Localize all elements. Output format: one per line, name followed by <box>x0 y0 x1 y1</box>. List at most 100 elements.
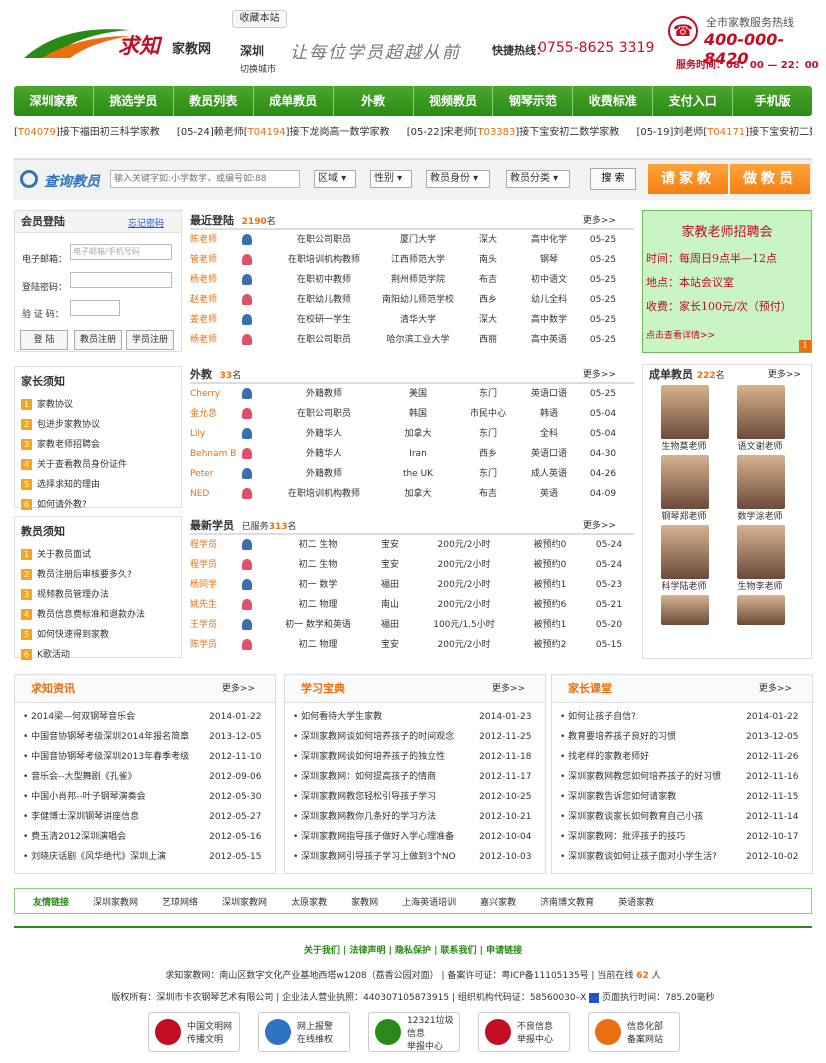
list-item[interactable]: • 深圳家教网教你几条好的学习方法 2012-10-21 <box>285 807 545 827</box>
article-title[interactable]: 深圳家教网：批评孩子的技巧 <box>568 827 746 847</box>
certification-badge[interactable]: 信息化部 备案网站 <box>588 1012 680 1052</box>
row-name[interactable]: 杨同学 <box>190 575 242 595</box>
list-item[interactable]: 4 教员信息费标准和退款办法 <box>15 605 181 625</box>
friend-link[interactable]: 家教网 <box>339 895 390 908</box>
ticker-item[interactable]: [05-24]赖老师[T04194]接下龙岗高一数学家教 <box>177 127 390 138</box>
list-item[interactable]: 6 K歌活动 <box>15 645 181 665</box>
footer-nav[interactable]: 关于我们 | 法律声明 | 隐私保护 | 联系我们 | 申请链接 <box>0 943 826 956</box>
friend-link[interactable]: 深圳家教网 <box>81 895 150 908</box>
list-item[interactable]: 1 关于教员面试 <box>15 545 181 565</box>
article-title[interactable]: 深圳家教网：如何提高孩子的情商 <box>301 767 479 787</box>
list-item[interactable]: • 深圳家教网谈如何培养孩子的时间观念 2012-11-25 <box>285 727 545 747</box>
nav-item[interactable]: 钢琴示范 <box>493 86 574 116</box>
table-row[interactable]: 杨老师 在职初中教师 荆州师范学院 布吉 初中语文 05-25 <box>190 270 634 290</box>
list-item[interactable]: • 深圳家教谈如何让孩子面对小学生活? 2012-10-02 <box>552 847 812 867</box>
row-name[interactable]: Lily <box>190 424 242 444</box>
table-row[interactable]: Lily 外籍华人 加拿大 东门 全科 05-04 <box>190 424 634 444</box>
logo-subtext[interactable]: 家教网 <box>172 38 211 57</box>
tutor-card[interactable]: 钢琴郑老师 <box>649 455 725 525</box>
tutor-name[interactable]: 生物李老师 <box>725 579 795 592</box>
identity-select[interactable]: 教员身份 ▾ <box>426 170 490 188</box>
row-name[interactable]: NED <box>190 484 242 504</box>
row-name[interactable]: Peter <box>190 464 242 484</box>
article-title[interactable]: 中国小肖邦--叶子钢琴演奏会 <box>31 787 209 807</box>
table-row[interactable]: NED 在职培训机构教师 加拿大 布吉 英语 04-09 <box>190 484 634 504</box>
article-title[interactable]: 2014梁—何双钢琴音乐会 <box>31 707 209 727</box>
tutor-name[interactable]: 生物莫老师 <box>649 439 719 452</box>
more-link[interactable]: 更多>> <box>583 517 616 535</box>
more-link[interactable]: 更多>> <box>583 366 616 384</box>
list-item[interactable]: 2 教员注册后审核要多久? <box>15 565 181 585</box>
student-register-button[interactable]: 学员注册 <box>126 330 174 350</box>
list-item[interactable]: • 深圳家教网：批评孩子的技巧 2012-10-17 <box>552 827 812 847</box>
row-name[interactable]: 王学员 <box>190 615 242 635</box>
article-title[interactable]: 深圳家教谈如何让孩子面对小学生活? <box>568 847 746 867</box>
list-item[interactable]: • 教育要培养孩子良好的习惯 2013-12-05 <box>552 727 812 747</box>
slide-indicator[interactable]: 1 <box>799 340 811 352</box>
tutor-card[interactable]: 生物李老师 <box>725 525 801 595</box>
list-item[interactable]: • 刘晓庆话剧《风华绝代》深圳上演 2012-05-15 <box>15 847 275 867</box>
forgot-password-link[interactable]: 忘记密码 <box>128 216 164 229</box>
list-item[interactable]: • 深圳家教网谈如何培养孩子的独立性 2012-11-18 <box>285 747 545 767</box>
list-item[interactable]: 4 关于查看教员身份证件 <box>15 455 181 475</box>
nav-item[interactable]: 挑选学员 <box>94 86 174 116</box>
list-item[interactable]: • 深圳家教网教您如何培养孩子的好习惯 2012-11-16 <box>552 767 812 787</box>
article-title[interactable]: 费玉清2012深圳演唱会 <box>31 827 209 847</box>
table-row[interactable]: Behnam B 外籍华人 Iran 西乡 英语口语 04-30 <box>190 444 634 464</box>
more-link[interactable]: 更多>> <box>583 212 616 230</box>
tutor-card[interactable]: 数学涂老师 <box>725 455 801 525</box>
list-item[interactable]: • 2014梁—何双钢琴音乐会 2014-01-22 <box>15 707 275 727</box>
tutor-card[interactable]: 科学陆老师 <box>649 525 725 595</box>
tutor-name[interactable]: 数学涂老师 <box>725 509 795 522</box>
recruit-detail-link[interactable]: 点击查看详情>> <box>646 328 811 341</box>
article-title[interactable]: 深圳家教网教你几条好的学习方法 <box>301 807 479 827</box>
table-row[interactable]: 王学员 初一 数学和英语 福田 100元/1.5小时 被预约1 05-20 <box>190 615 634 635</box>
friend-link[interactable]: 英语家教 <box>606 895 666 908</box>
tutor-photo[interactable] <box>661 525 709 579</box>
list-item[interactable]: • 深圳家教网教您轻松引导孩子学习 2012-10-25 <box>285 787 545 807</box>
friend-link[interactable]: 嘉兴家教 <box>468 895 528 908</box>
recruit-banner[interactable]: 家教老师招聘会 时间：每周日9点半—12点 地点：本站会议室 收费：家长100元… <box>642 210 812 353</box>
row-name[interactable]: 赵老师 <box>190 290 242 310</box>
list-item[interactable]: • 李健博士深圳钢琴讲座信息 2012-05-27 <box>15 807 275 827</box>
friend-link[interactable]: 深圳家教网 <box>210 895 279 908</box>
nav-item[interactable]: 视频教员 <box>414 86 494 116</box>
nav-item[interactable]: 收费标准 <box>573 86 654 116</box>
more-link[interactable]: 更多>> <box>759 675 792 703</box>
list-item[interactable]: • 深圳家教网引导孩子学习上做到3个NO 2012-10-03 <box>285 847 545 867</box>
nav-item[interactable]: 外教 <box>334 86 414 116</box>
article-title[interactable]: 深圳家教谈家长如何教育自己小孩 <box>568 807 746 827</box>
nav-item[interactable]: 教员列表 <box>174 86 254 116</box>
table-row[interactable]: 程学员 初二 生物 宝安 200元/2小时 被预约0 05-24 <box>190 555 634 575</box>
article-title[interactable]: 如何看待大学生家教 <box>301 707 479 727</box>
list-item[interactable]: 6 如何请外教? <box>15 495 181 515</box>
ticker-item[interactable]: [05-22]宋老师[T03383]接下宝安初二数学家教 <box>407 127 620 138</box>
switch-city-link[interactable]: 切换城市 <box>240 62 276 75</box>
more-link[interactable]: 更多>> <box>492 675 525 703</box>
friend-link[interactable]: 艺琼网络 <box>150 895 210 908</box>
article-title[interactable]: 中国音协钢琴考级深圳2013年春季考级 <box>31 747 209 767</box>
region-select[interactable]: 区域 ▾ <box>314 170 356 188</box>
list-item[interactable]: 3 家教老师招聘会 <box>15 435 181 455</box>
list-item[interactable]: 5 如何快速得到家教 <box>15 625 181 645</box>
row-name[interactable]: Behnam B <box>190 444 242 464</box>
list-item[interactable]: • 费玉清2012深圳演唱会 2012-05-16 <box>15 827 275 847</box>
ticker-item[interactable]: [T04079]接下福田初三科学家教 <box>14 127 160 138</box>
list-item[interactable]: • 如何看待大学生家教 2014-01-23 <box>285 707 545 727</box>
more-link[interactable]: 更多>> <box>768 365 801 385</box>
list-item[interactable]: • 中国音协钢琴考级深圳2013年春季考级 2012-11-10 <box>15 747 275 767</box>
nav-item[interactable]: 支付入口 <box>653 86 734 116</box>
search-input[interactable] <box>110 170 300 188</box>
email-field[interactable]: 电子邮箱/手机号码 <box>70 244 172 260</box>
table-row[interactable]: 程学员 初二 生物 宝安 200元/2小时 被预约0 05-24 <box>190 535 634 555</box>
article-title[interactable]: 深圳家教网教您轻松引导孩子学习 <box>301 787 479 807</box>
tutor-photo[interactable] <box>661 385 709 439</box>
table-row[interactable]: 杨同学 初一 数学 福田 200元/2小时 被预约1 05-23 <box>190 575 634 595</box>
table-row[interactable]: 管老师 在职培训机构教师 江西师范大学 南头 钢琴 05-25 <box>190 250 634 270</box>
bookmark-button[interactable]: 收藏本站 <box>232 10 287 28</box>
list-item[interactable]: • 中国小肖邦--叶子钢琴演奏会 2012-05-30 <box>15 787 275 807</box>
friend-link[interactable]: 上海英语培训 <box>390 895 468 908</box>
logo-text[interactable]: 求知 <box>118 30 160 60</box>
category-select[interactable]: 教员分类 ▾ <box>506 170 570 188</box>
tutor-photo[interactable] <box>737 595 785 625</box>
